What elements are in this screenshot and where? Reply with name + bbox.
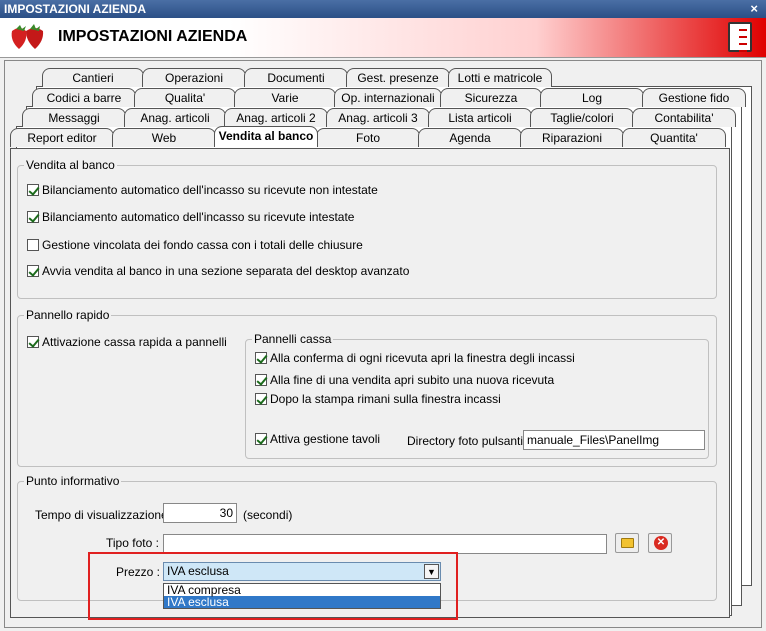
tab-anag-articoli[interactable]: Anag. articoli [124, 108, 226, 127]
checkbox-label: Bilanciamento automatico dell'incasso su… [42, 210, 355, 224]
checkbox-label: Attiva gestione tavoli [270, 432, 381, 446]
tab-content-vendita: Vendita al banco Bilanciamento automatic… [10, 148, 730, 618]
tab-sicurezza[interactable]: Sicurezza [440, 88, 542, 107]
tempo-unit: (secondi) [243, 508, 293, 522]
group-title: Pannelli cassa [252, 332, 334, 346]
group-title: Vendita al banco [24, 158, 117, 172]
close-icon[interactable]: × [750, 1, 758, 16]
tab-codici-barre[interactable]: Codici a barre [32, 88, 136, 107]
prezzo-label: Prezzo : [116, 565, 161, 579]
checkbox-checked[interactable] [255, 374, 267, 386]
checkbox-bilanciamento-non-intestate[interactable]: Bilanciamento automatico dell'incasso su… [27, 183, 378, 197]
group-title: Punto informativo [24, 474, 122, 488]
checkbox-rimani-incassi[interactable]: Dopo la stampa rimani sulla finestra inc… [255, 392, 501, 406]
directory-foto-input[interactable]: manuale_Files\PanelImg [523, 430, 705, 450]
tipo-foto-input[interactable] [163, 534, 607, 554]
chevron-down-icon[interactable]: ▼ [424, 564, 439, 579]
checkbox-gestione-tavoli[interactable]: Attiva gestione tavoli [255, 432, 380, 446]
checkbox-bilanciamento-intestate[interactable]: Bilanciamento automatico dell'incasso su… [27, 210, 354, 224]
tab-cantieri[interactable]: Cantieri [42, 68, 144, 87]
checkbox-checked[interactable] [27, 184, 39, 196]
checkbox-checked[interactable] [255, 352, 267, 364]
directory-foto-label: Directory foto pulsanti : [407, 434, 530, 448]
checkbox-label: Attivazione cassa rapida a pannelli [42, 335, 227, 349]
checklist-icon[interactable] [728, 22, 752, 52]
checkbox-label: Alla conferma di ogni ricevuta apri la f… [270, 351, 575, 365]
tab-operazioni[interactable]: Operazioni [142, 68, 246, 87]
checkbox-label: Alla fine di una vendita apri subito una… [270, 373, 555, 387]
checkbox-checked[interactable] [255, 433, 267, 445]
tab-foto[interactable]: Foto [316, 128, 420, 147]
tab-varie[interactable]: Varie [234, 88, 336, 107]
tempo-input[interactable]: 30 [163, 503, 237, 523]
header-banner: IMPOSTAZIONI AZIENDA [0, 18, 766, 58]
prezzo-selected-value: IVA esclusa [167, 564, 229, 578]
folder-icon [621, 538, 634, 548]
tab-qualita[interactable]: Qualita' [134, 88, 236, 107]
checkbox-unchecked[interactable] [27, 239, 39, 251]
tab-report-editor[interactable]: Report editor [10, 128, 114, 147]
tab-contabilita[interactable]: Contabilita' [632, 108, 736, 127]
checkbox-label: Avvia vendita al banco in una sezione se… [42, 264, 410, 278]
tab-agenda[interactable]: Agenda [418, 128, 522, 147]
tab-taglie-colori[interactable]: Taglie/colori [530, 108, 634, 127]
checkbox-checked[interactable] [255, 393, 267, 405]
checkbox-sezione-separata[interactable]: Avvia vendita al banco in una sezione se… [27, 264, 409, 278]
tab-anag-articoli-2[interactable]: Anag. articoli 2 [224, 108, 328, 127]
tab-anag-articoli-3[interactable]: Anag. articoli 3 [326, 108, 430, 127]
tab-messaggi[interactable]: Messaggi [22, 108, 126, 127]
tipo-foto-label: Tipo foto : [106, 536, 159, 550]
window-title: IMPOSTAZIONI AZIENDA [4, 2, 146, 16]
browse-folder-button[interactable] [615, 533, 639, 553]
strawberry-logo-icon [11, 24, 44, 49]
checkbox-label: Dopo la stampa rimani sulla finestra inc… [270, 392, 501, 406]
checkbox-gestione-fondo-cassa[interactable]: Gestione vincolata dei fondo cassa con i… [27, 238, 363, 252]
checkbox-checked[interactable] [27, 336, 39, 348]
clear-button[interactable]: ✕ [648, 533, 672, 553]
tab-lotti-matricole[interactable]: Lotti e matricole [448, 68, 552, 87]
checkbox-checked[interactable] [27, 265, 39, 277]
tab-lista-articoli[interactable]: Lista articoli [428, 108, 532, 127]
tab-gestione-fido[interactable]: Gestione fido [642, 88, 746, 107]
checkbox-attivazione-cassa-rapida[interactable]: Attivazione cassa rapida a pannelli [27, 335, 227, 349]
checkbox-nuova-ricevuta[interactable]: Alla fine di una vendita apri subito una… [255, 373, 554, 387]
prezzo-select[interactable]: IVA esclusa ▼ [163, 562, 441, 581]
tab-web[interactable]: Web [112, 128, 216, 147]
tab-log[interactable]: Log [540, 88, 644, 107]
group-title: Pannello rapido [24, 308, 112, 322]
delete-icon: ✕ [654, 536, 668, 550]
window-titlebar: IMPOSTAZIONI AZIENDA × [0, 0, 766, 18]
tab-gest-presenze[interactable]: Gest. presenze [346, 68, 450, 87]
tempo-label: Tempo di visualizzazione : [35, 508, 175, 522]
banner-title: IMPOSTAZIONI AZIENDA [58, 28, 248, 45]
tab-vendita-al-banco[interactable]: Vendita al banco [214, 126, 318, 147]
checkbox-label: Gestione vincolata dei fondo cassa con i… [42, 238, 363, 252]
tab-quantita[interactable]: Quantita' [622, 128, 726, 147]
option-iva-esclusa[interactable]: IVA esclusa [164, 596, 440, 608]
checkbox-conferma-ricevuta[interactable]: Alla conferma di ogni ricevuta apri la f… [255, 351, 575, 365]
prezzo-dropdown-list[interactable]: IVA compresa IVA esclusa [163, 583, 441, 609]
tab-documenti[interactable]: Documenti [244, 68, 348, 87]
checkbox-checked[interactable] [27, 211, 39, 223]
tab-op-internazionali[interactable]: Op. internazionali [334, 88, 442, 107]
checkbox-label: Bilanciamento automatico dell'incasso su… [42, 183, 378, 197]
tab-riparazioni[interactable]: Riparazioni [520, 128, 624, 147]
